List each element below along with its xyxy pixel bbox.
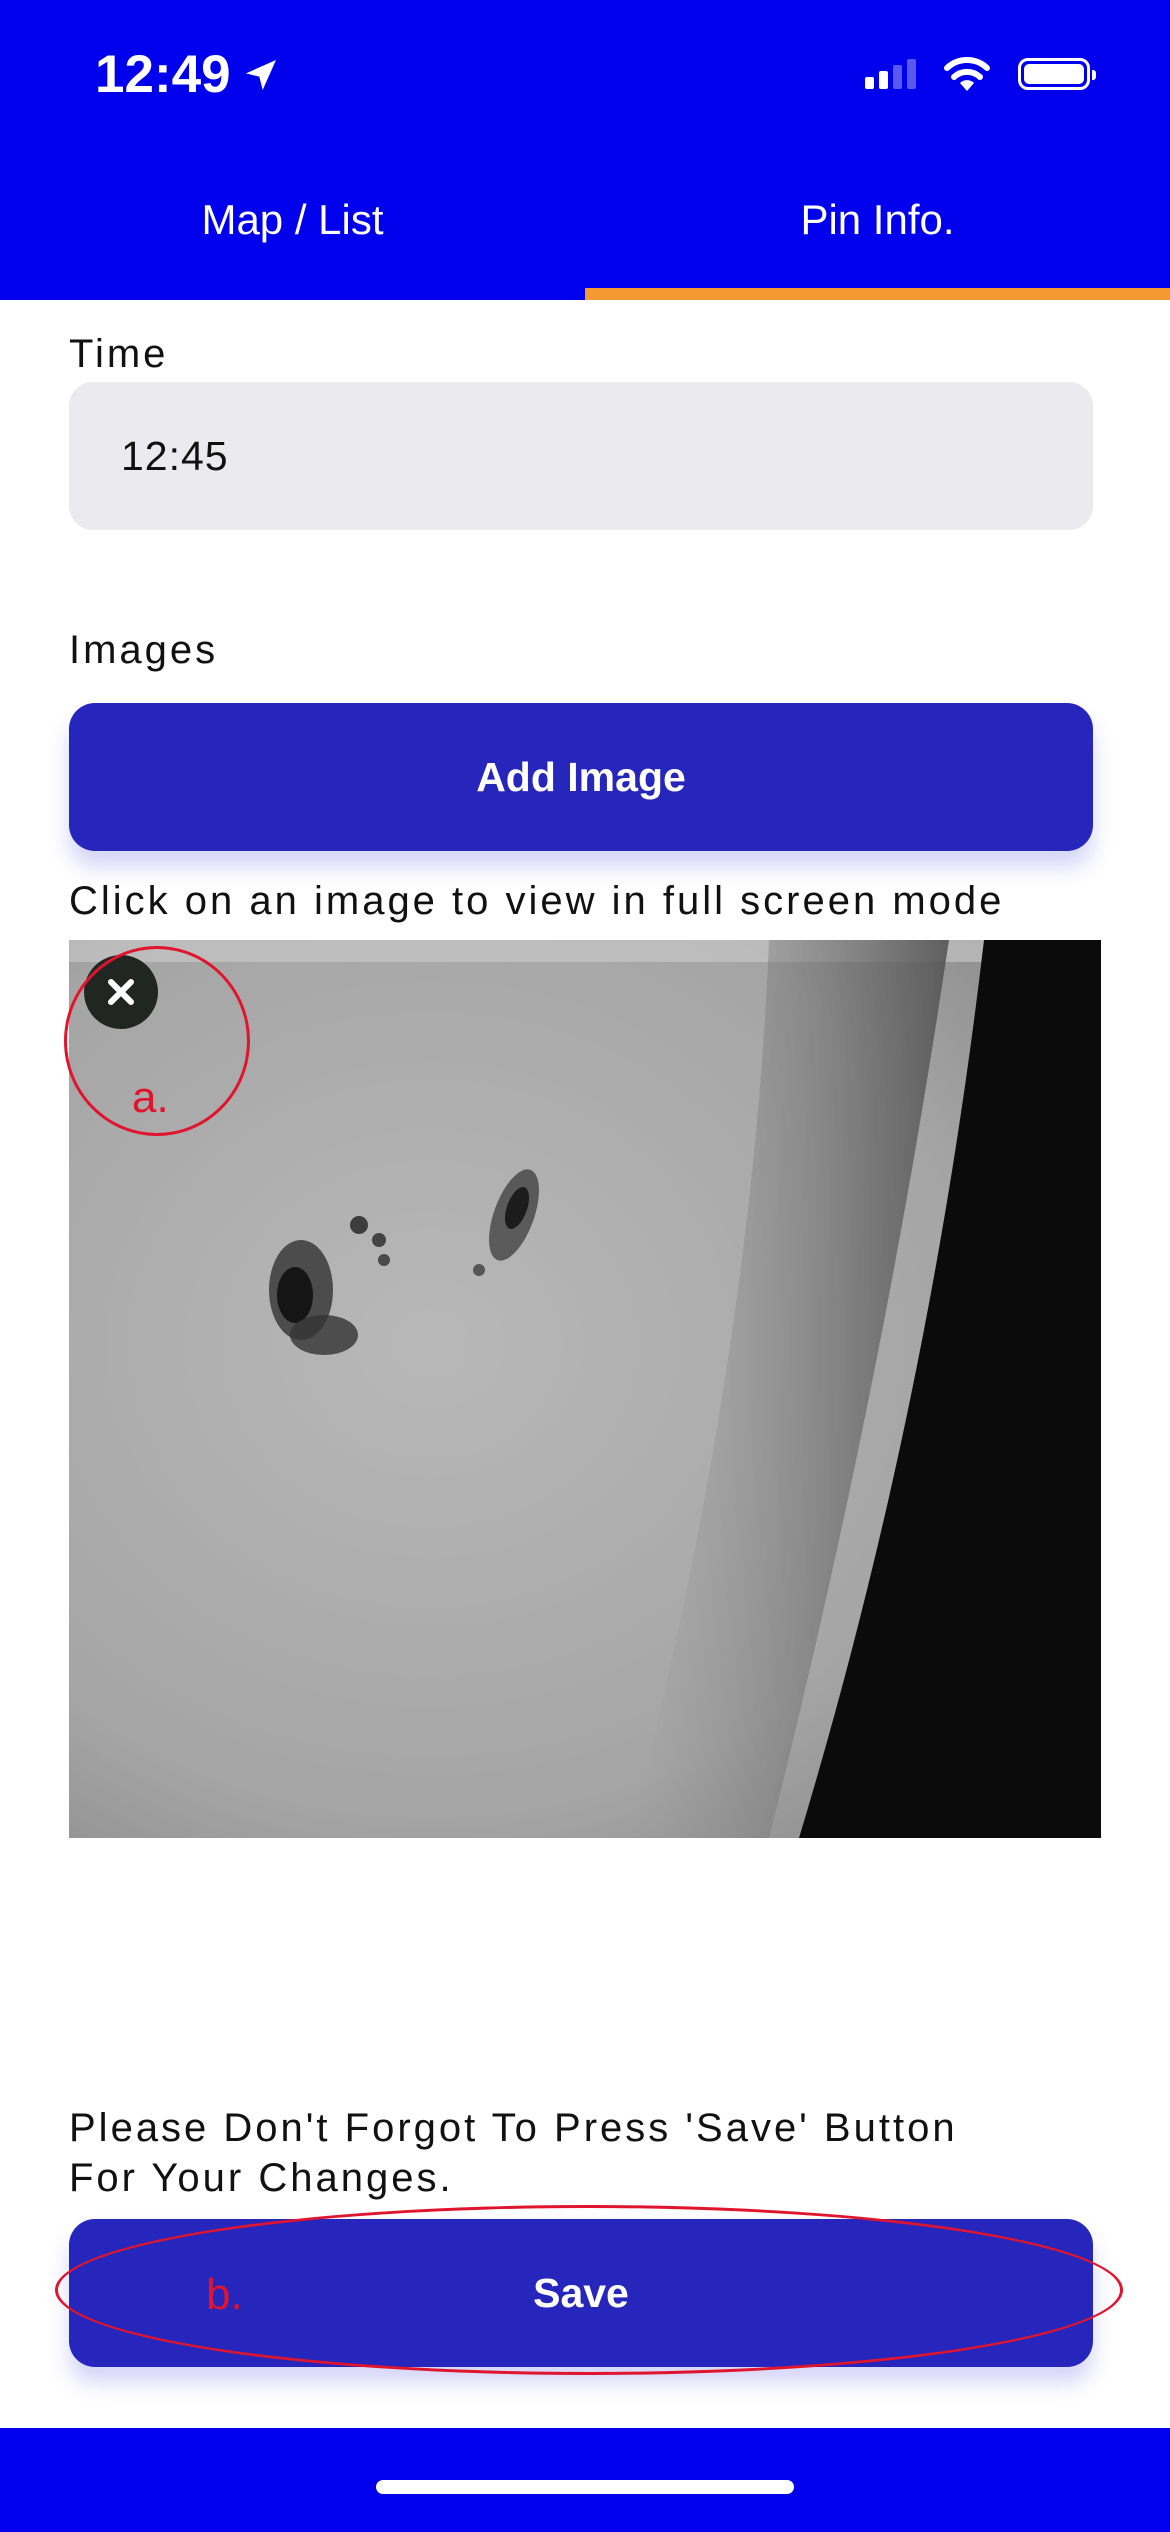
status-bar-icons (865, 55, 1096, 93)
location-arrow-icon (245, 59, 276, 90)
add-image-button[interactable]: Add Image (69, 703, 1093, 851)
images-label: Images (69, 628, 219, 672)
time-field[interactable]: 12:45 (69, 382, 1093, 530)
home-indicator[interactable] (376, 2480, 794, 2494)
tab-map-list[interactable]: Map / List (0, 160, 585, 300)
time-label: Time (69, 332, 169, 376)
clock-text: 12:49 (95, 45, 231, 104)
save-reminder-line2: For Your Changes. (69, 2156, 454, 2200)
wifi-icon (944, 57, 990, 91)
tab-pin-info[interactable]: Pin Info. (585, 160, 1170, 300)
annotation-label-a: a. (132, 1073, 169, 1122)
save-reminder-line1: Please Don't Forgot To Press 'Save' Butt… (69, 2106, 958, 2150)
app-header: 12:49 Map / List Pin Info. (0, 0, 1170, 300)
annotation-label-b: b. (206, 2270, 243, 2319)
image-hint-text: Click on an image to view in full screen… (69, 879, 1005, 923)
tab-bar: Map / List Pin Info. (0, 160, 1170, 300)
status-bar-time: 12:49 (95, 44, 281, 105)
cellular-signal-icon (865, 59, 916, 89)
battery-icon (1018, 58, 1096, 90)
